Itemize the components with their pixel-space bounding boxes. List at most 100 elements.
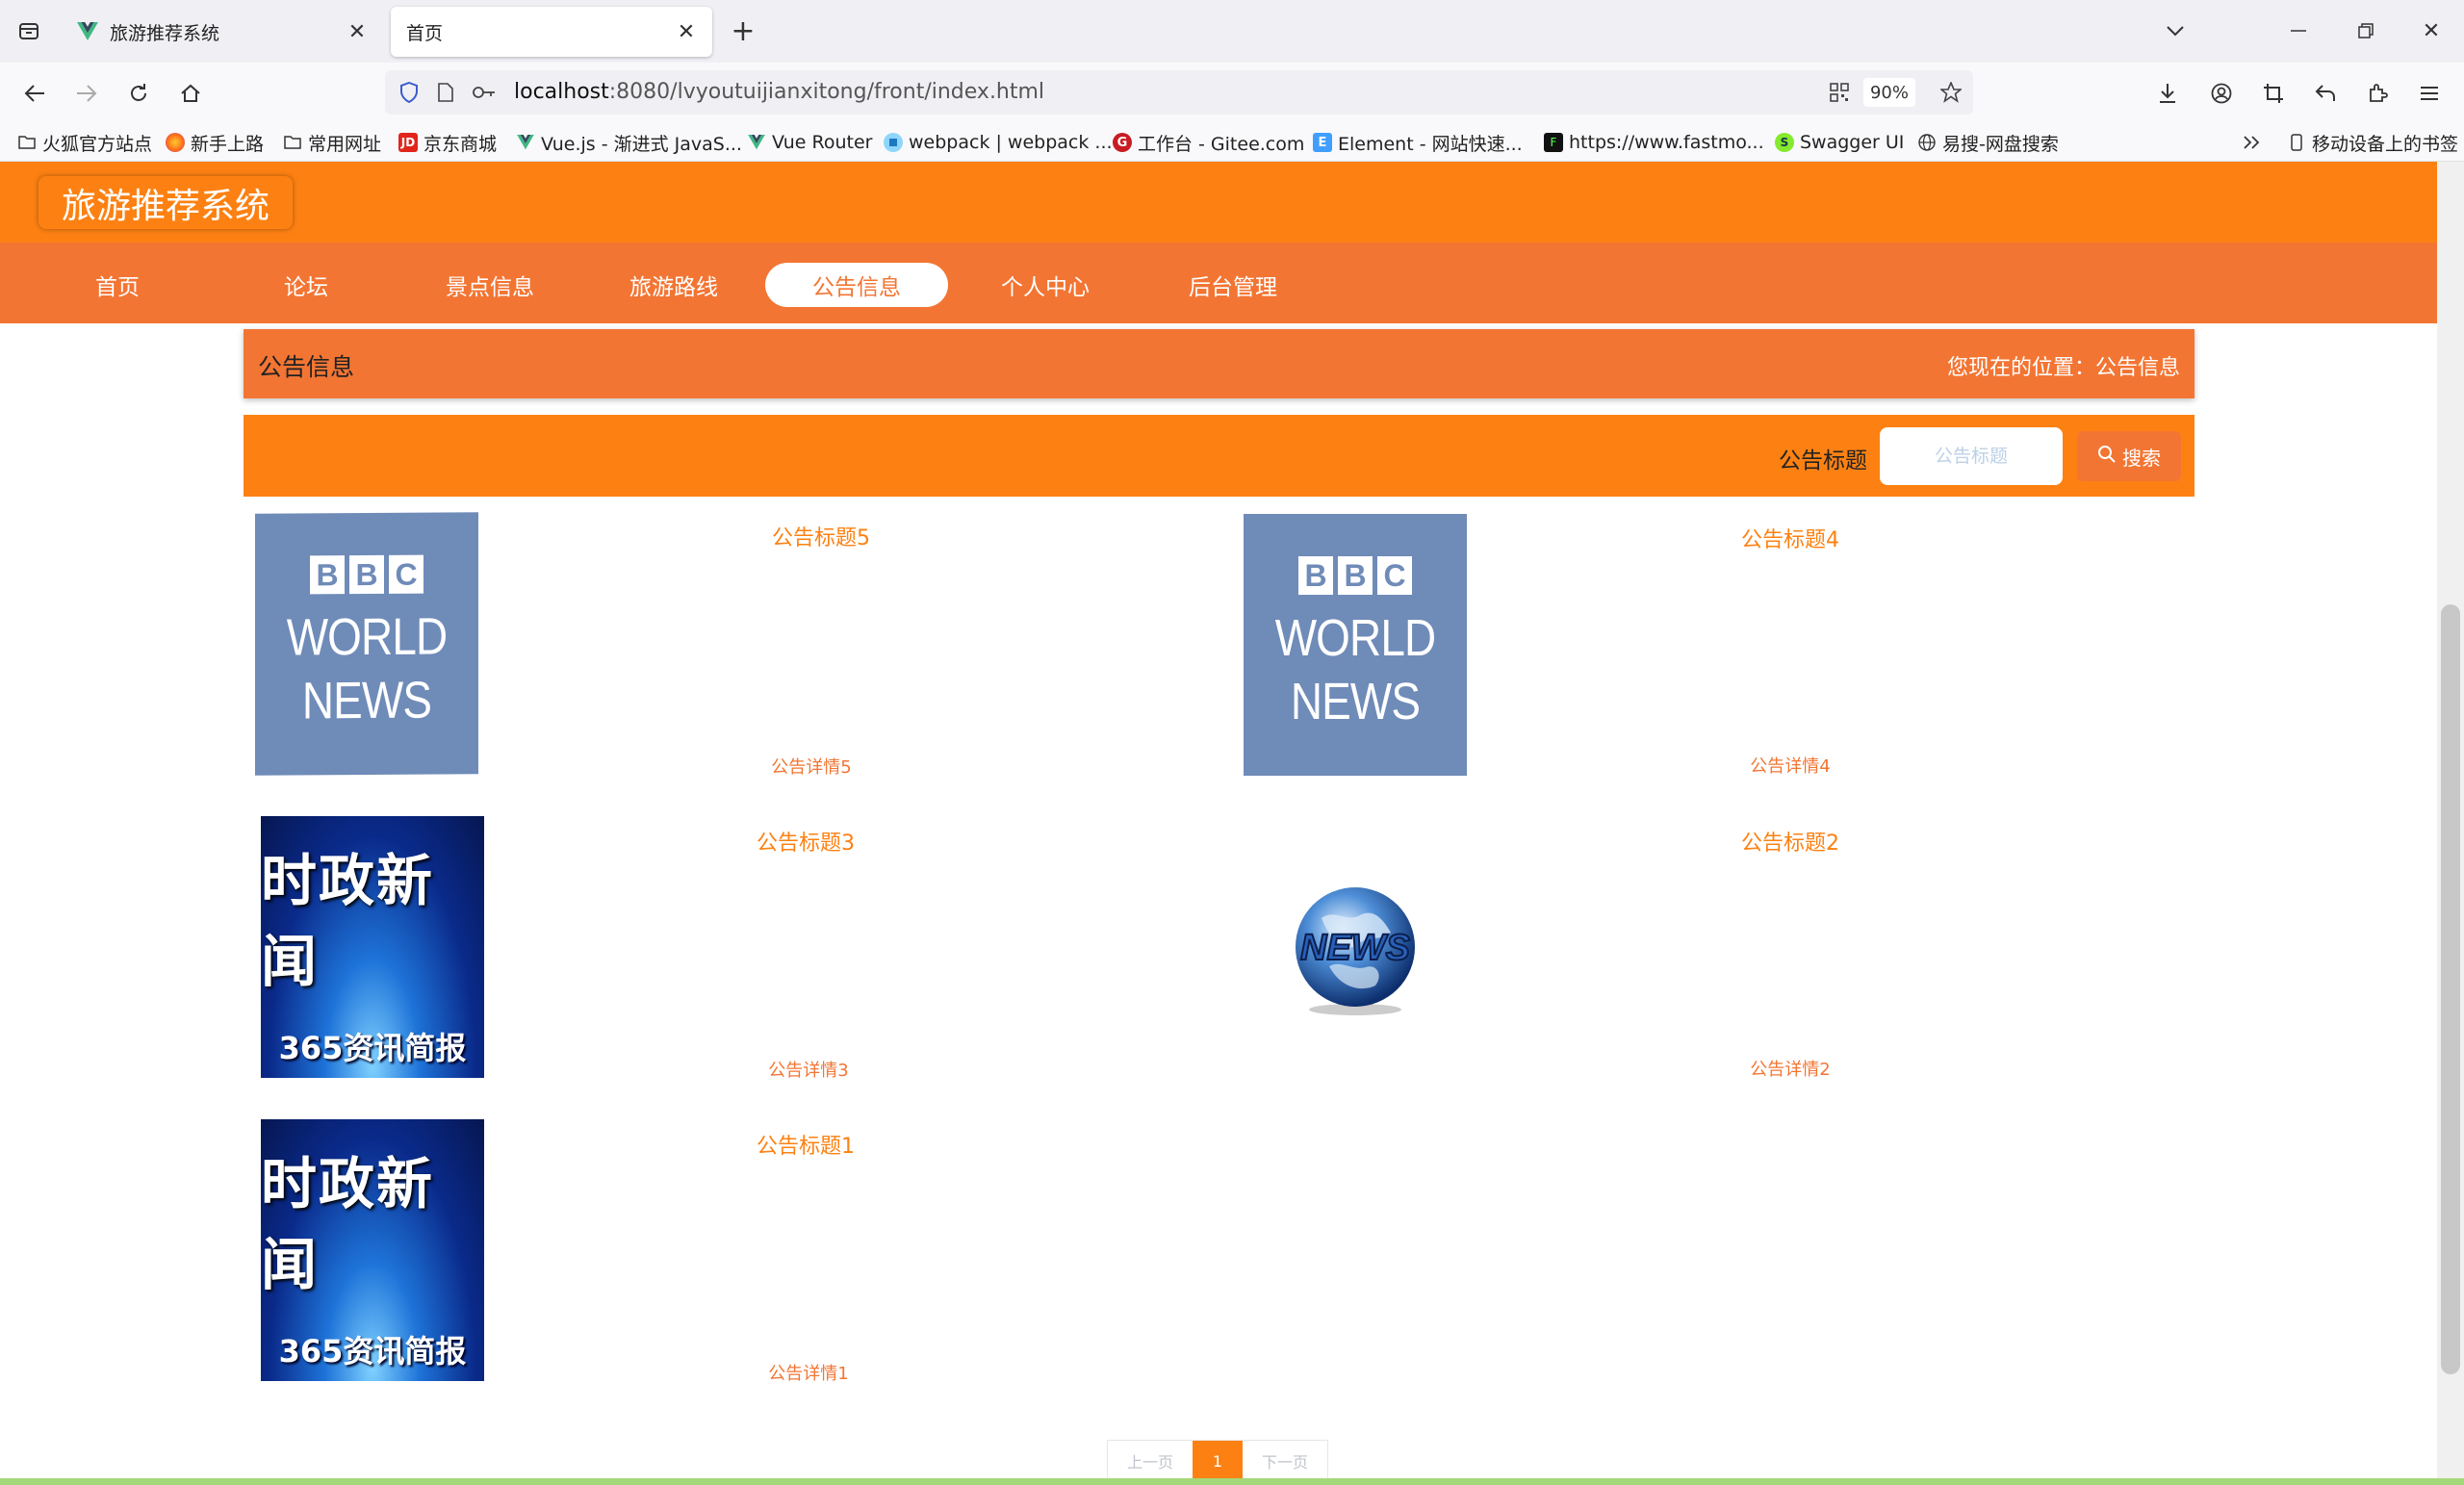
folder-icon xyxy=(283,133,302,152)
home-icon[interactable] xyxy=(171,76,210,111)
webpack-icon xyxy=(884,133,903,152)
browser-tab-bar: 旅游推荐系统 ✕ 首页 ✕ + ✕ xyxy=(0,0,2464,63)
bookmark-item[interactable]: F https://www.fastmo... xyxy=(1544,129,1764,156)
bookmark-item[interactable]: G 工作台 - Gitee.com xyxy=(1113,129,1304,156)
notice-title[interactable]: 公告标题4 xyxy=(1598,523,1983,553)
bookmark-item[interactable]: Vue.js - 渐进式 JavaS... xyxy=(516,129,742,156)
nav-item-admin[interactable]: 后台管理 xyxy=(1142,263,1324,307)
notice-card[interactable]: BBC WORLD NEWS 公告标题5 公告详情5 xyxy=(244,512,1216,792)
close-icon[interactable]: ✕ xyxy=(674,19,699,44)
download-icon[interactable] xyxy=(2148,76,2187,111)
site-logo[interactable]: 旅游推荐系统 xyxy=(38,176,294,229)
back-icon[interactable] xyxy=(15,76,54,111)
notice-card[interactable]: NEWS 公告标题2 公告详情2 xyxy=(1218,816,2190,1095)
news-globe-image[interactable]: NEWS xyxy=(1244,816,1467,1078)
bookmark-item[interactable]: 易搜-网盘搜索 xyxy=(1917,129,2059,156)
bbc-world-news-image[interactable]: BBC WORLD NEWS xyxy=(255,512,478,776)
browser-tab-active[interactable]: 首页 ✕ xyxy=(391,7,712,57)
page-number[interactable]: 1 xyxy=(1193,1441,1243,1480)
bookmark-item[interactable]: 新手上路 xyxy=(166,129,264,156)
notice-detail: 公告详情5 xyxy=(771,757,852,778)
page-icon[interactable] xyxy=(433,80,458,105)
notice-card[interactable]: BBC WORLD NEWS 公告标题4 公告详情4 xyxy=(1218,513,2190,792)
restore-icon[interactable] xyxy=(2347,13,2385,48)
bookmark-item[interactable]: 火狐官方站点 xyxy=(17,129,152,156)
minimize-icon[interactable] xyxy=(2279,13,2318,48)
tab-list-icon[interactable] xyxy=(13,15,44,46)
star-icon[interactable] xyxy=(1938,80,1964,105)
nav-item-personal-center[interactable]: 个人中心 xyxy=(954,263,1137,307)
search-bar: 公告标题 搜索 xyxy=(244,415,2194,497)
search-button[interactable]: 搜索 xyxy=(2077,431,2181,481)
prev-page-button[interactable]: 上一页 xyxy=(1108,1441,1193,1480)
mobile-bookmarks[interactable]: 移动设备上的书签 xyxy=(2287,129,2458,156)
search-label: 公告标题 xyxy=(1779,448,1867,474)
url-text[interactable]: localhost:8080/lvyoutuijianxitong/front/… xyxy=(514,80,1044,104)
bookmark-item[interactable]: webpack | webpack ... xyxy=(884,129,1113,156)
notice-title[interactable]: 公告标题5 xyxy=(629,521,1014,551)
bookmark-item[interactable]: E Element - 网站快速... xyxy=(1313,129,1523,156)
notice-detail: 公告详情2 xyxy=(1750,1060,1831,1080)
bookmark-item[interactable]: S Swagger UI xyxy=(1775,129,1904,156)
menu-icon[interactable] xyxy=(2410,76,2449,111)
key-icon[interactable] xyxy=(472,80,497,105)
scrollbar-thumb[interactable] xyxy=(2441,604,2460,1374)
svg-text:NEWS: NEWS xyxy=(1300,928,1410,968)
current-affairs-news-image[interactable]: 时政新闻 365资讯简报 xyxy=(261,816,484,1078)
close-icon[interactable]: ✕ xyxy=(345,19,370,44)
browser-tab[interactable]: 旅游推荐系统 ✕ xyxy=(62,7,383,57)
notice-card[interactable]: 时政新闻 365资讯简报 公告标题1 公告详情1 xyxy=(244,1119,1216,1398)
search-input[interactable] xyxy=(1880,427,2063,485)
extensions-icon[interactable] xyxy=(2358,76,2397,111)
zoom-level[interactable]: 90% xyxy=(1863,78,1915,107)
nav-item-home[interactable]: 首页 xyxy=(26,263,209,307)
notice-detail: 公告详情1 xyxy=(768,1364,849,1384)
reload-icon[interactable] xyxy=(119,76,158,111)
window-border xyxy=(0,1478,2464,1485)
notice-card[interactable]: 时政新闻 365资讯简报 公告标题3 公告详情3 xyxy=(244,816,1216,1095)
page-viewport: 旅游推荐系统 首页 论坛 景点信息 旅游路线 公告信息 个人中心 后台管理 公告… xyxy=(0,162,2437,1480)
url-bar[interactable]: localhost:8080/lvyoutuijianxitong/front/… xyxy=(385,70,1973,115)
account-icon[interactable] xyxy=(2202,76,2241,111)
notice-detail: 公告详情3 xyxy=(768,1061,849,1081)
current-affairs-news-image[interactable]: 时政新闻 365资讯简报 xyxy=(261,1119,484,1381)
notice-title[interactable]: 公告标题3 xyxy=(613,826,998,857)
shield-icon[interactable] xyxy=(397,80,422,105)
bookmark-item[interactable]: Vue Router xyxy=(747,129,872,156)
nav-item-forum[interactable]: 论坛 xyxy=(215,263,398,307)
page-title: 公告信息 xyxy=(258,353,355,381)
nav-item-attractions[interactable]: 景点信息 xyxy=(398,263,581,307)
chevron-double-right-icon[interactable] xyxy=(2243,129,2262,156)
chevron-down-icon[interactable] xyxy=(2156,13,2194,48)
bookmark-item[interactable]: 常用网址 xyxy=(283,129,381,156)
notice-title[interactable]: 公告标题2 xyxy=(1598,826,1983,857)
firefox-icon xyxy=(166,133,185,152)
page-scrollbar[interactable] xyxy=(2437,162,2464,1480)
vue-icon xyxy=(747,133,766,152)
breadcrumb-current[interactable]: 公告信息 xyxy=(2095,350,2180,381)
vue-icon xyxy=(77,21,98,42)
bookmark-item[interactable]: JD 京东商城 xyxy=(398,129,497,156)
mobile-icon xyxy=(2287,133,2306,152)
fastmock-icon: F xyxy=(1544,133,1563,152)
nav-item-routes[interactable]: 旅游路线 xyxy=(582,263,765,307)
search-icon xyxy=(2097,445,2117,469)
bookmarks-toolbar: 火狐官方站点 新手上路 常用网址 JD 京东商城 Vue.js - 渐进式 Ja… xyxy=(0,123,2464,162)
qr-code-icon[interactable] xyxy=(1827,80,1852,105)
undo-icon[interactable] xyxy=(2306,76,2345,111)
window-close-icon[interactable]: ✕ xyxy=(2412,13,2451,48)
bbc-world-news-image[interactable]: BBC WORLD NEWS xyxy=(1244,514,1467,776)
next-page-button[interactable]: 下一页 xyxy=(1243,1441,1327,1480)
nav-item-announcements[interactable]: 公告信息 xyxy=(765,263,948,307)
globe-icon xyxy=(1917,133,1937,152)
folder-icon xyxy=(17,133,37,152)
crop-icon[interactable] xyxy=(2254,76,2293,111)
new-tab-icon[interactable]: + xyxy=(728,14,758,48)
breadcrumb-location: 您现在的位置： 公告信息 xyxy=(1947,350,2180,381)
forward-icon[interactable] xyxy=(67,76,106,111)
notice-title[interactable]: 公告标题1 xyxy=(613,1129,998,1160)
site-header: 旅游推荐系统 xyxy=(0,162,2437,243)
main-nav: 首页 论坛 景点信息 旅游路线 公告信息 个人中心 后台管理 xyxy=(0,243,2437,323)
element-icon: E xyxy=(1313,133,1332,152)
pagination: 上一页 1 下一页 xyxy=(1107,1440,1328,1480)
